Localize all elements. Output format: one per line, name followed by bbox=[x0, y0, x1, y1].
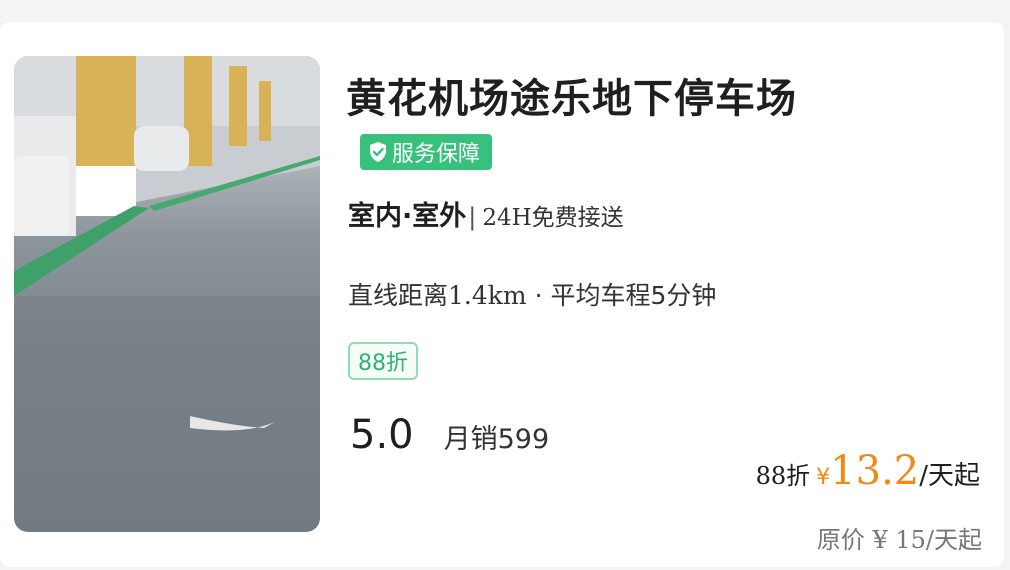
rating-value: 5.0 bbox=[350, 412, 414, 458]
average-drive-time: 平均车程5分钟 bbox=[550, 281, 717, 310]
distance-prefix: 直线距离 bbox=[348, 281, 449, 310]
parking-lot-photo[interactable] bbox=[14, 56, 320, 532]
discount-tag: 88折 bbox=[348, 342, 418, 380]
distance-info: 直线距离1.4km · 平均车程5分钟 bbox=[348, 276, 716, 312]
monthly-sales: 月销599 bbox=[443, 424, 550, 455]
location-info: 室内·室外 | 24H免费接送 bbox=[348, 194, 624, 233]
badge-label: 服务保障 bbox=[392, 142, 481, 167]
shield-check-icon bbox=[368, 141, 388, 163]
rating-sales-row: 5.0 月销599 bbox=[348, 412, 549, 458]
parking-lot-title[interactable]: 黄花机场途乐地下停车场 bbox=[346, 66, 797, 124]
original-price: 原价 ¥ 15/天起 bbox=[816, 526, 982, 554]
distance-value: 1.4km bbox=[448, 281, 527, 310]
price-unit: /天起 bbox=[919, 461, 980, 491]
discounted-price: 13.2 bbox=[830, 448, 920, 494]
parking-listing-card[interactable]: 黄花机场途乐地下停车场 服务保障 室内·室外 | 24H免费接送 直线距离1.4… bbox=[0, 22, 1004, 567]
service-guarantee-badge: 服务保障 bbox=[360, 134, 493, 170]
currency-symbol: ¥ bbox=[816, 465, 831, 490]
location-separator: | bbox=[468, 203, 477, 231]
price-discount-label: 88折 bbox=[755, 462, 811, 490]
price-row: 88折 ¥ 13.2 /天起 bbox=[756, 448, 980, 494]
distance-separator: · bbox=[534, 281, 543, 310]
parking-type: 室内·室外 bbox=[348, 201, 467, 232]
shuttle-service: 24H免费接送 bbox=[482, 205, 624, 231]
rating-score: 5.0 bbox=[348, 412, 416, 458]
